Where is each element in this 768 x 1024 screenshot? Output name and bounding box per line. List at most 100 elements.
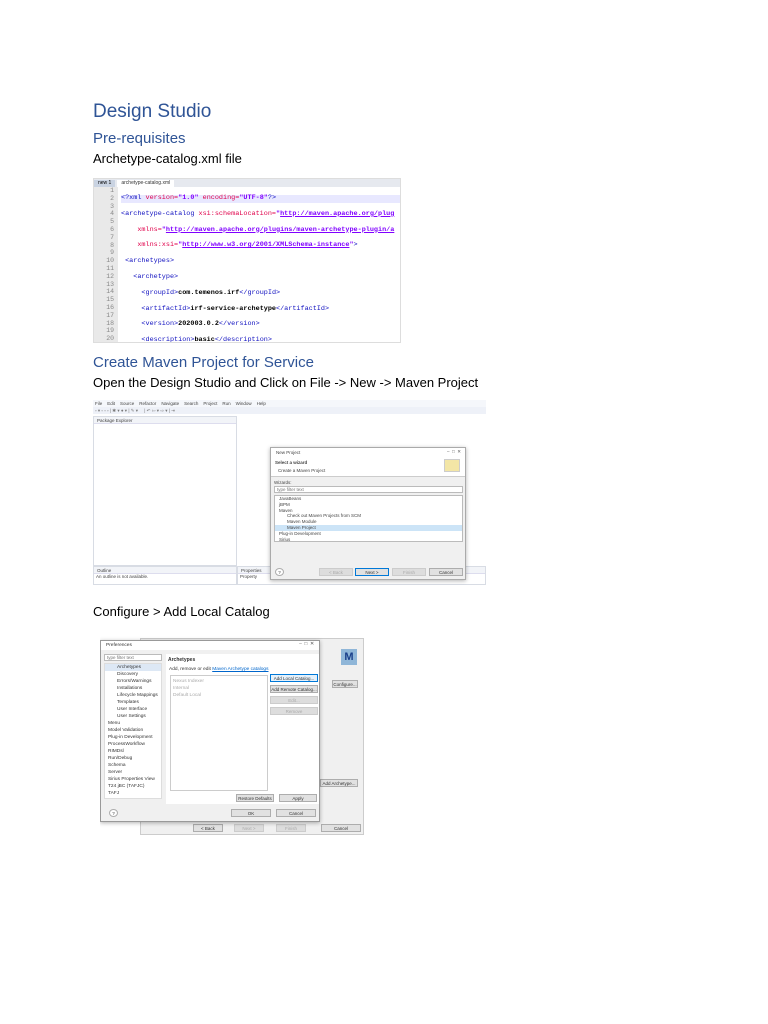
menu-item[interactable]: Window — [236, 400, 252, 407]
dialog-title: New Project — [271, 448, 465, 457]
preferences-tree-item[interactable]: Plug-in Development — [105, 734, 161, 741]
menu-item[interactable]: Help — [257, 400, 266, 407]
edit-button[interactable]: Edit... — [270, 696, 318, 704]
preferences-title: Preferences — [101, 641, 319, 650]
menu-item[interactable]: Refactor — [139, 400, 156, 407]
menu-item[interactable]: Search — [184, 400, 198, 407]
package-explorer-title[interactable]: Package Explorer — [94, 417, 236, 424]
paragraph-configure: Configure > Add Local Catalog — [93, 604, 270, 619]
preferences-tree-item[interactable]: Run/Debug — [105, 755, 161, 762]
preferences-tree-item[interactable]: Installations — [105, 685, 161, 692]
preferences-tree-item[interactable]: Lifecycle Mappings — [105, 692, 161, 699]
preferences-tree-item[interactable]: Templates — [105, 699, 161, 706]
preferences-tree-item[interactable]: RIMDsl — [105, 748, 161, 755]
cancel-button[interactable]: Cancel — [429, 568, 463, 576]
cancel-button[interactable]: Cancel — [276, 809, 316, 817]
restore-defaults-button[interactable]: Restore Defaults — [236, 794, 274, 802]
apply-button[interactable]: Apply — [279, 794, 317, 802]
ok-button[interactable]: OK — [231, 809, 271, 817]
editor-tab-active: archetype-catalog.xml — [117, 180, 175, 187]
wizard-filter-input[interactable] — [274, 486, 463, 493]
wizard-tree[interactable]: JavaBeans jBPM Maven Check out Maven Projec… — [274, 495, 463, 542]
paragraph-catalog: Archetype-catalog.xml file — [93, 151, 242, 166]
bg-cancel-button[interactable]: Cancel — [321, 824, 361, 832]
xml-editor-screenshot: new 1 archetype-catalog.xml 1 2 3 4 5 6 7 8 9 10 11… — [93, 178, 401, 343]
line-number: 6 — [110, 225, 114, 233]
eclipse-screenshot: File Edit Source Refactor Navigate Search Proj… — [93, 400, 486, 585]
bg-finish-button[interactable]: Finish — [276, 824, 306, 832]
menu-item[interactable]: Run — [222, 400, 230, 407]
preferences-tree-item[interactable]: Server — [105, 769, 161, 776]
menu-bar: File Edit Source Refactor Navigate Search Proj… — [93, 400, 486, 407]
preferences-tree-item[interactable]: Archetypes — [105, 664, 161, 671]
preferences-tree-item[interactable]: User Interface — [105, 706, 161, 713]
line-number: 18 — [106, 319, 114, 327]
new-project-dialog: New Project – □ ✕ Select a wizard Create… — [270, 447, 466, 580]
add-local-catalog-button[interactable]: Add Local Catalog... — [270, 674, 318, 682]
catalog-item[interactable]: Nexus Indexer — [173, 678, 265, 685]
outline-pane: Outline An outline is not available. — [93, 566, 237, 585]
outline-message: An outline is not available. — [96, 574, 149, 579]
preferences-tree-item[interactable]: ProcessWorkflow — [105, 741, 161, 748]
menu-item[interactable]: File — [95, 400, 102, 407]
page-description: Add, remove or edit — [169, 667, 211, 672]
line-number: 11 — [106, 264, 114, 272]
preferences-tree[interactable]: Archetypes Discovery Errors/Warnings Instal… — [104, 663, 162, 799]
window-controls[interactable]: – □ ✕ — [447, 449, 461, 455]
wizard-heading: Select a wizard — [275, 460, 308, 465]
bg-next-button[interactable]: Next > — [234, 824, 264, 832]
preferences-tree-item[interactable]: Discovery — [105, 671, 161, 678]
maven-logo-icon: M — [341, 649, 357, 665]
window-controls[interactable]: – □ ✕ — [299, 642, 314, 647]
line-number: 14 — [106, 288, 114, 296]
remove-button[interactable]: Remove — [270, 707, 318, 715]
add-archetype-button[interactable]: Add Archetype... — [320, 779, 358, 787]
menu-item[interactable]: Project — [203, 400, 217, 407]
next-button[interactable]: Next > — [355, 568, 389, 576]
toolbar: ▫ ▾ ▫ ▫ ▫ | ✱ ▾ ● ▾ | ✎ ▾ | ↶ ⇦ ▾ ⇨ ▾ | … — [93, 407, 486, 414]
preferences-tree-item[interactable]: Model Validation — [105, 727, 161, 734]
preferences-tree-item[interactable]: Errors/Warnings — [105, 678, 161, 685]
preferences-dialog: Preferences – □ ✕ ArchetypesDiscoveryErr… — [100, 640, 320, 822]
add-remote-catalog-button[interactable]: Add Remote Catalog... — [270, 685, 318, 693]
menu-item[interactable]: Source — [120, 400, 134, 407]
preferences-tree-item[interactable]: Sirius Properties View — [105, 776, 161, 783]
wizard-tree-item[interactable]: Sirius — [275, 537, 462, 543]
section-heading-prerequisites: Pre-requisites — [93, 130, 186, 147]
editor-tab: new 1 — [94, 180, 116, 187]
preferences-filter-input[interactable] — [104, 654, 162, 661]
menu-item[interactable]: Edit — [107, 400, 115, 407]
outline-title[interactable]: Outline — [94, 567, 236, 574]
catalog-item[interactable]: Internal — [173, 685, 265, 692]
bg-back-button[interactable]: < Back — [193, 824, 223, 832]
archetype-catalogs-link[interactable]: Maven Archetype catalogs — [212, 667, 268, 672]
catalog-list[interactable]: Nexus Indexer Internal Default Local — [170, 675, 268, 791]
catalog-item[interactable]: Default Local — [173, 692, 265, 699]
line-number: 9 — [110, 249, 114, 257]
line-number: 12 — [106, 272, 114, 280]
help-icon[interactable]: ? — [109, 809, 118, 817]
preferences-screenshot: M Configure... Add Archetype... < Back N… — [100, 633, 364, 835]
menu-item[interactable]: Navigate — [161, 400, 179, 407]
section-heading-create-maven: Create Maven Project for Service — [93, 354, 314, 371]
preferences-tree-item[interactable]: User Settings — [105, 713, 161, 720]
package-explorer-pane: Package Explorer — [93, 416, 237, 566]
configure-button[interactable]: Configure... — [332, 680, 358, 688]
line-number: 19 — [106, 327, 114, 335]
line-number: 15 — [106, 296, 114, 304]
xml-code: <?xml version="1.0" encoding="UTF-8"?> <… — [121, 187, 400, 342]
line-number: 4 — [110, 210, 114, 218]
wizard-banner-icon — [444, 459, 460, 472]
back-button[interactable]: < Back — [319, 568, 353, 576]
line-number: 10 — [106, 257, 114, 265]
preferences-tree-item[interactable]: Schema — [105, 762, 161, 769]
help-icon[interactable]: ? — [275, 568, 284, 576]
finish-button[interactable]: Finish — [392, 568, 426, 576]
line-gutter: 1 2 3 4 5 6 7 8 9 10 11 12 13 14 15 16 17 18 19 20 — [94, 187, 118, 342]
line-number: 2 — [110, 194, 114, 202]
preferences-tree-item[interactable]: Menu — [105, 720, 161, 727]
wizard-subheading: Create a Maven Project — [278, 468, 326, 473]
line-number: 17 — [106, 311, 114, 319]
preferences-tree-item[interactable]: TAFJ — [105, 790, 161, 797]
preferences-tree-item[interactable]: T24 jBC (TAFJC) — [105, 783, 161, 790]
